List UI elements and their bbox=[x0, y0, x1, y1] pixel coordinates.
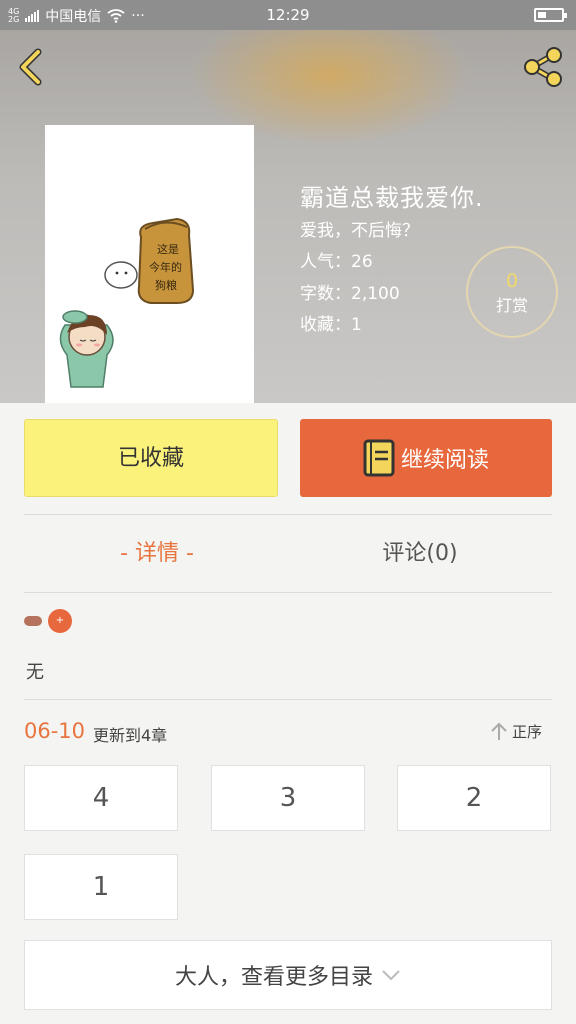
tip-label: 打赏 bbox=[495, 296, 528, 315]
share-button[interactable] bbox=[520, 46, 566, 88]
popularity-stat: 人气：26 bbox=[300, 252, 373, 272]
arrow-up-icon bbox=[491, 722, 507, 740]
chapter-button[interactable]: 1 bbox=[24, 854, 178, 920]
chevron-left-icon bbox=[19, 48, 42, 86]
svg-text:今年的: 今年的 bbox=[149, 260, 182, 274]
status-time: 12:29 bbox=[266, 6, 310, 24]
cover-illustration: 这是 今年的 狗粮 bbox=[59, 217, 195, 388]
share-icon bbox=[524, 47, 562, 87]
collected-label: 已收藏 bbox=[117, 446, 184, 471]
continue-reading-button[interactable]: 继续阅读 bbox=[300, 419, 552, 497]
chapter-button[interactable]: 4 bbox=[24, 765, 178, 831]
book-subtitle: 爱我，不后悔？ bbox=[300, 221, 419, 241]
status-bar: 4G 2G 中国电信 ··· 12:29 bbox=[0, 0, 576, 30]
view-more-label: 大人，查看更多目录 bbox=[174, 965, 373, 990]
book-cover[interactable]: 这是 今年的 狗粮 bbox=[45, 125, 254, 403]
divider bbox=[24, 514, 552, 515]
tip-count: 0 bbox=[505, 270, 519, 292]
tip-button[interactable]: 0 打赏 bbox=[466, 246, 558, 338]
tag-chip[interactable] bbox=[24, 616, 42, 626]
divider bbox=[24, 592, 552, 593]
view-more-chapters-button[interactable]: 大人，查看更多目录 bbox=[24, 940, 552, 1010]
favorites-stat: 收藏：1 bbox=[300, 315, 362, 335]
chevron-down-icon bbox=[382, 970, 400, 981]
book-icon bbox=[363, 439, 395, 477]
update-date: 06-10 bbox=[24, 719, 86, 743]
collected-button[interactable]: 已收藏 bbox=[24, 419, 278, 497]
svg-text:狗粮: 狗粮 bbox=[155, 278, 177, 292]
back-button[interactable] bbox=[14, 46, 50, 88]
add-tag-button[interactable]: + bbox=[48, 609, 72, 633]
sort-order-button[interactable]: 正序 bbox=[490, 721, 542, 742]
book-title: 霸道总裁我爱你. bbox=[300, 184, 484, 212]
word-count-stat: 字数：2,100 bbox=[300, 284, 400, 304]
tab-detail[interactable]: - 详情 - bbox=[104, 534, 210, 574]
book-description: 无 bbox=[26, 662, 44, 683]
sign-text: 这是 bbox=[157, 242, 179, 256]
sort-order-label: 正序 bbox=[512, 723, 543, 741]
tab-comments[interactable]: 评论(0) bbox=[370, 534, 470, 574]
battery-icon bbox=[534, 8, 567, 22]
chapter-button[interactable]: 3 bbox=[211, 765, 365, 831]
continue-reading-label: 继续阅读 bbox=[400, 448, 489, 473]
book-header: 这是 今年的 狗粮 霸道总裁我爱你. 爱我，不后悔？ 人气：26 字数：2,10… bbox=[0, 30, 576, 403]
divider bbox=[24, 699, 552, 700]
update-text: 更新到4章 bbox=[93, 726, 168, 745]
chapter-button[interactable]: 2 bbox=[397, 765, 551, 831]
